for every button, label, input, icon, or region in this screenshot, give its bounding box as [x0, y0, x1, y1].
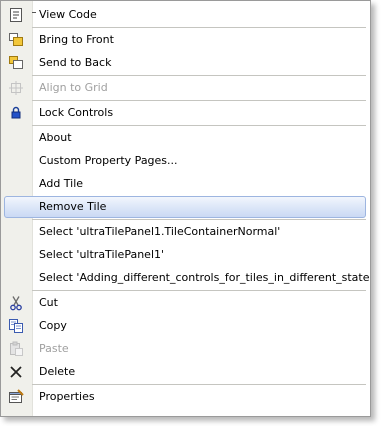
menu-item-select-form[interactable]: Select 'Adding_different_controls_for_ti…: [1, 267, 370, 289]
menu-item-label: Custom Property Pages...: [39, 154, 178, 167]
bring-to-front-icon: [8, 32, 24, 48]
properties-icon: [8, 389, 24, 405]
menu-item-select-tile-panel[interactable]: Select 'ultraTilePanel1': [1, 244, 370, 266]
menu-item-select-tile-container[interactable]: Select 'ultraTilePanel1.TileContainerNor…: [1, 221, 370, 243]
menu-item-label: About: [39, 131, 72, 144]
menu-item-cut[interactable]: Cut: [1, 292, 370, 314]
menu-item-label: Lock Controls: [39, 106, 114, 119]
menu-item-copy[interactable]: Copy: [1, 315, 370, 337]
menu-item-label: Select 'Adding_different_controls_for_ti…: [39, 271, 371, 284]
menu-separator: [32, 384, 366, 385]
menu-item-label: Select 'ultraTilePanel1': [39, 248, 165, 261]
menu-item-custom-property-pages[interactable]: Custom Property Pages...: [1, 150, 370, 172]
menu-item-label: Remove Tile: [39, 200, 107, 213]
menu-item-label: Select 'ultraTilePanel1.TileContainerNor…: [39, 225, 281, 238]
cut-icon: [8, 295, 24, 311]
delete-icon: [8, 364, 24, 380]
menu-item-label: Delete: [39, 365, 76, 378]
menu-separator: [32, 290, 366, 291]
menu-item-about[interactable]: About: [1, 127, 370, 149]
menu-item-bring-to-front[interactable]: Bring to Front: [1, 29, 370, 51]
menu-item-label: Align to Grid: [39, 81, 108, 94]
copy-icon: [8, 318, 24, 334]
menu-separator: [32, 125, 366, 126]
menu-item-label: Copy: [39, 319, 67, 332]
menu-item-label: View Code: [39, 8, 97, 21]
menu-item-view-code[interactable]: View Code: [1, 4, 370, 26]
menu-item-label: Properties: [39, 390, 95, 403]
lock-icon: [8, 105, 24, 121]
menu-item-properties[interactable]: Properties: [1, 386, 370, 408]
menu-separator: [32, 75, 366, 76]
menu-item-remove-tile[interactable]: Remove Tile: [4, 196, 366, 218]
align-to-grid-icon: [8, 80, 24, 96]
menu-item-label: Add Tile: [39, 177, 84, 190]
menu-item-label: Send to Back: [39, 56, 112, 69]
menu-separator: [32, 100, 366, 101]
paste-icon: [8, 341, 24, 357]
view-code-icon: [8, 7, 24, 23]
menu-item-add-tile[interactable]: Add Tile: [1, 173, 370, 195]
menu-item-align-to-grid[interactable]: Align to Grid: [1, 77, 370, 99]
menu-separator: [32, 27, 366, 28]
menu-item-label: Cut: [39, 296, 58, 309]
menu-separator: [32, 219, 366, 220]
context-menu: View Code Bring to Front Send to Back Al…: [0, 0, 371, 417]
menu-item-delete[interactable]: Delete: [1, 361, 370, 383]
menu-item-label: Bring to Front: [39, 33, 114, 46]
menu-item-label: Paste: [39, 342, 69, 355]
menu-item-marker: [32, 12, 36, 13]
send-to-back-icon: [8, 55, 24, 71]
menu-item-send-to-back[interactable]: Send to Back: [1, 52, 370, 74]
menu-item-paste[interactable]: Paste: [1, 338, 370, 360]
menu-item-lock-controls[interactable]: Lock Controls: [1, 102, 370, 124]
